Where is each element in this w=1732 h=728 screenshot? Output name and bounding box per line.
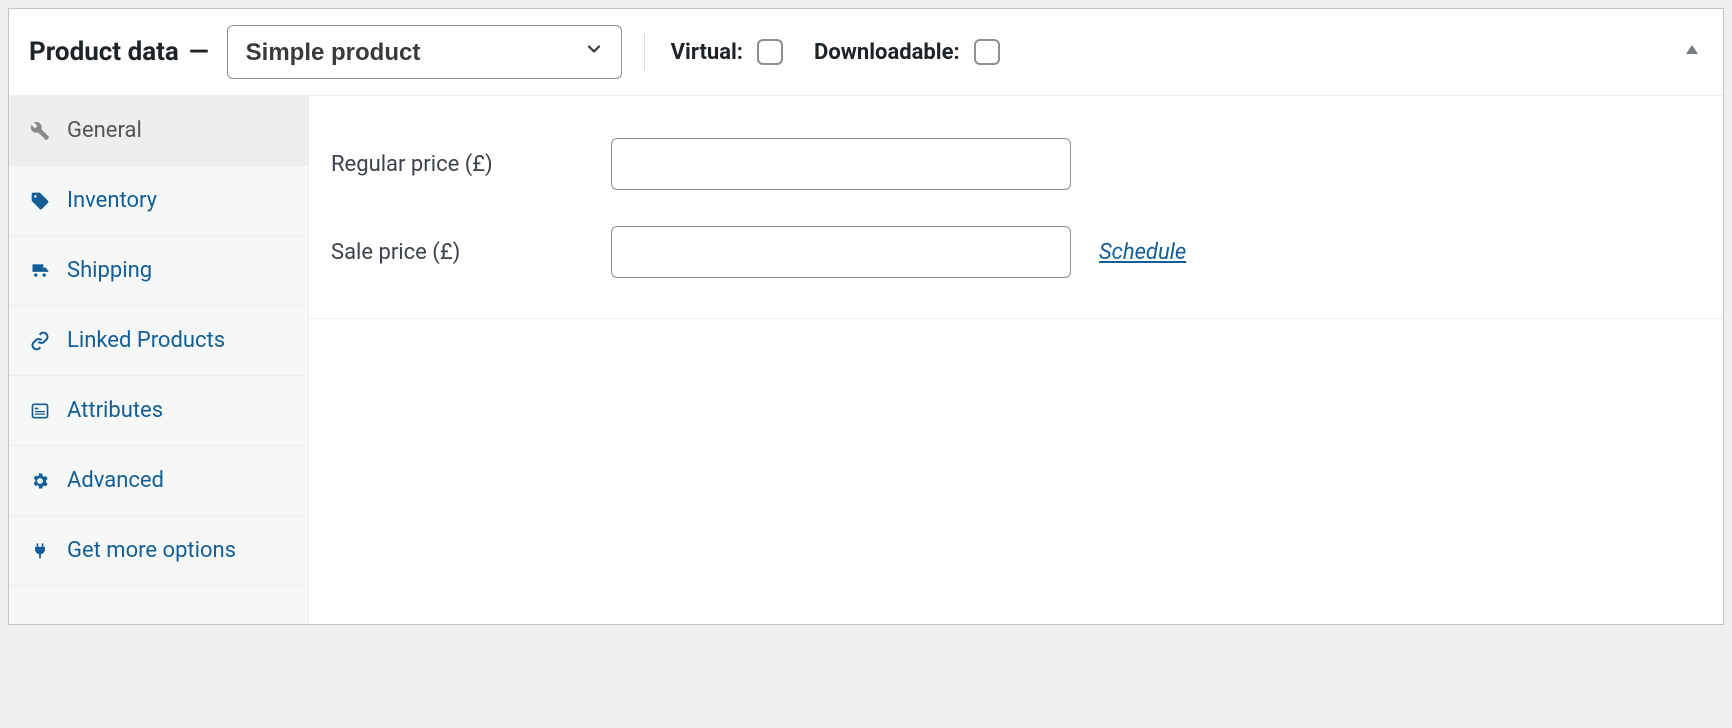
wrench-icon	[29, 121, 51, 141]
collapse-toggle[interactable]	[1683, 40, 1701, 65]
downloadable-label: Downloadable:	[814, 40, 960, 65]
regular-price-label: Regular price (£)	[331, 152, 601, 177]
tab-general[interactable]: General	[9, 96, 308, 166]
tab-inventory[interactable]: Inventory	[9, 166, 308, 236]
sale-price-label: Sale price (£)	[331, 240, 601, 265]
panel-header: Product data — Simple product Virtual:	[9, 9, 1723, 96]
tab-linked-products[interactable]: Linked Products	[9, 306, 308, 376]
panel-body: General Inventory Shipping	[9, 96, 1723, 624]
downloadable-checkbox[interactable]	[974, 39, 1000, 65]
gear-icon	[29, 471, 51, 491]
tab-advanced[interactable]: Advanced	[9, 446, 308, 516]
triangle-up-icon	[1683, 40, 1701, 65]
link-icon	[29, 331, 51, 351]
tab-label: Advanced	[67, 468, 164, 493]
sale-price-row: Sale price (£) Schedule	[309, 208, 1723, 296]
regular-price-row: Regular price (£)	[309, 120, 1723, 208]
tab-label: Shipping	[67, 258, 152, 283]
tab-shipping[interactable]: Shipping	[9, 236, 308, 306]
downloadable-toggle[interactable]: Downloadable:	[814, 36, 1003, 68]
product-data-panel: Product data — Simple product Virtual:	[8, 8, 1724, 625]
sidebar-tabs: General Inventory Shipping	[9, 96, 309, 624]
tab-label: Inventory	[67, 188, 157, 213]
product-type-select-wrap: Simple product	[227, 25, 622, 79]
virtual-toggle[interactable]: Virtual:	[671, 36, 786, 68]
tab-content-general: Regular price (£) Sale price (£) Schedul…	[309, 96, 1723, 624]
tab-attributes[interactable]: Attributes	[9, 376, 308, 446]
tab-get-more-options[interactable]: Get more options	[9, 516, 308, 586]
sale-price-input[interactable]	[611, 226, 1071, 278]
panel-title-dash: —	[189, 37, 209, 67]
tab-label: General	[67, 118, 142, 143]
panel-title-text: Product data	[29, 37, 179, 67]
pricing-group: Regular price (£) Sale price (£) Schedul…	[309, 96, 1723, 319]
tab-label: Get more options	[67, 538, 236, 563]
truck-icon	[29, 261, 51, 281]
product-flags: Virtual: Downloadable:	[671, 36, 1003, 68]
vertical-separator	[644, 34, 645, 70]
virtual-checkbox[interactable]	[757, 39, 783, 65]
tab-label: Linked Products	[67, 328, 225, 353]
regular-price-input[interactable]	[611, 138, 1071, 190]
tab-label: Attributes	[67, 398, 163, 423]
schedule-link[interactable]: Schedule	[1099, 240, 1186, 265]
tag-icon	[29, 191, 51, 211]
product-type-select[interactable]: Simple product	[227, 25, 622, 79]
plug-icon	[29, 541, 51, 561]
panel-title: Product data —	[29, 37, 209, 67]
virtual-label: Virtual:	[671, 40, 743, 65]
list-icon	[29, 401, 51, 421]
